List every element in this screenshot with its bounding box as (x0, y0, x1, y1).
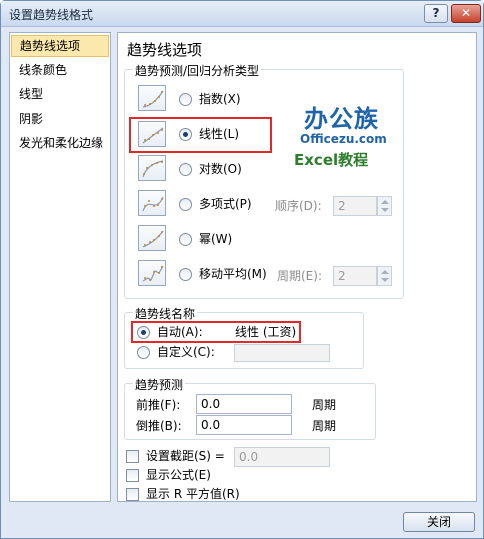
auto-name-label: 自动(A): (157, 325, 203, 339)
sidebar-item-line-style[interactable]: 线型 (11, 84, 109, 106)
logo-line3: Excel教程 (294, 151, 369, 169)
display-equation-label: 显示公式(E) (146, 468, 211, 482)
sidebar-item-glow-soft-edges[interactable]: 发光和柔化边缘 (11, 133, 109, 155)
logarithmic-label: 对数(O) (199, 162, 242, 176)
display-r-squared-label: 显示 R 平方值(R) (146, 487, 240, 501)
forward-input[interactable]: 0.0 (196, 394, 292, 414)
dialog-title: 设置趋势线格式 (9, 8, 94, 22)
order-spinner[interactable] (377, 196, 392, 216)
intercept-input[interactable]: 0.0 (234, 447, 330, 467)
close-button[interactable]: 关闭 (403, 512, 475, 532)
close-window-button[interactable]: ✕ (451, 4, 481, 23)
moving-average-radio[interactable] (179, 268, 192, 281)
custom-name-label: 自定义(C): (157, 345, 215, 359)
forward-label: 前推(F): (136, 398, 181, 412)
title-bar[interactable]: 设置趋势线格式 ? ✕ (1, 1, 483, 27)
period-spinner[interactable] (377, 266, 392, 286)
power-trend-icon (138, 225, 166, 251)
polynomial-trend-icon (138, 190, 166, 216)
period-label: 周期(E): (277, 269, 322, 283)
power-label: 幂(W) (199, 232, 233, 246)
category-sidebar: 趋势线选项 线条颜色 线型 阴影 发光和柔化边缘 (9, 32, 111, 502)
help-button[interactable]: ? (424, 4, 448, 23)
display-equation-checkbox[interactable] (126, 469, 139, 482)
logarithmic-trend-icon (138, 155, 166, 181)
backward-label: 倒推(B): (136, 419, 182, 433)
linear-label: 线性(L) (199, 127, 240, 141)
polynomial-label: 多项式(P) (199, 197, 252, 211)
order-label: 顺序(D): (275, 199, 322, 213)
exponential-radio[interactable] (179, 93, 192, 106)
auto-name-value: 线性 (工资) (235, 325, 297, 339)
auto-name-radio[interactable] (137, 326, 150, 339)
logo-line1: 办公族 (304, 105, 379, 133)
logarithmic-radio[interactable] (179, 163, 192, 176)
set-intercept-checkbox[interactable] (126, 450, 139, 463)
logo-line2: Officezu.com (300, 132, 387, 146)
period-input[interactable]: 2 (333, 266, 377, 286)
power-radio[interactable] (179, 233, 192, 246)
trendline-name-label: 趋势线名称 (133, 305, 198, 322)
format-trendline-dialog: 设置趋势线格式 ? ✕ 趋势线选项 线条颜色 线型 阴影 发光和柔化边缘 趋势线… (0, 0, 484, 539)
sidebar-item-trendline-options[interactable]: 趋势线选项 (11, 35, 109, 57)
sidebar-item-shadow[interactable]: 阴影 (11, 109, 109, 131)
officezu-logo: 办公族 Officezu.com Excel教程 (294, 99, 394, 179)
backward-unit: 周期 (312, 419, 337, 433)
order-input[interactable]: 2 (333, 196, 377, 216)
moving-average-trend-icon (138, 260, 166, 286)
forward-unit: 周期 (312, 398, 337, 412)
exponential-trend-icon (138, 85, 166, 111)
sidebar-item-line-color[interactable]: 线条颜色 (11, 60, 109, 82)
options-panel: 趋势线选项 趋势预测/回归分析类型 指数(X) 线性(L) 对数(O) 多项式(… (117, 32, 477, 502)
panel-heading: 趋势线选项 (127, 41, 203, 59)
polynomial-radio[interactable] (179, 198, 192, 211)
set-intercept-label: 设置截距(S) = (146, 449, 225, 463)
forecast-label: 趋势预测 (133, 376, 186, 393)
regression-type-label: 趋势预测/回归分析类型 (133, 62, 262, 79)
custom-name-input[interactable] (234, 344, 330, 362)
exponential-label: 指数(X) (199, 92, 241, 106)
backward-input[interactable]: 0.0 (196, 415, 292, 435)
linear-radio[interactable] (179, 128, 192, 141)
display-r-squared-checkbox[interactable] (126, 488, 139, 501)
linear-trend-icon (138, 121, 166, 147)
custom-name-radio[interactable] (137, 346, 150, 359)
moving-average-label: 移动平均(M) (199, 267, 267, 281)
